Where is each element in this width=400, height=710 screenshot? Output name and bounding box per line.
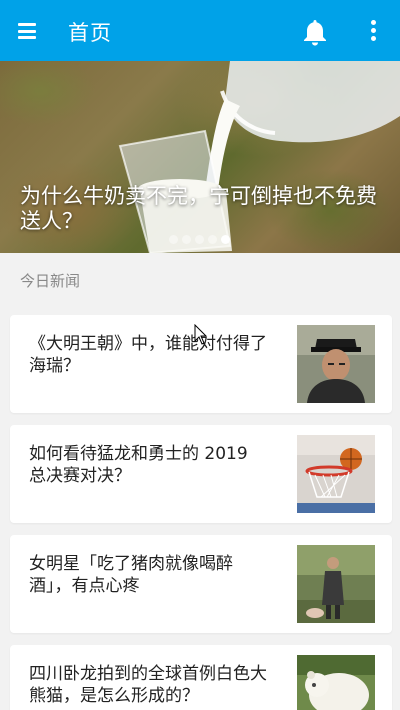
news-title: 四川卧龙拍到的全球首例白色大熊猫，是怎么形成的？ xyxy=(29,664,267,706)
news-title: 《大明王朝》中，谁能对付得了海瑞？ xyxy=(29,334,267,376)
carousel-dot-active[interactable] xyxy=(221,235,230,244)
basketball-hoop-thumbnail xyxy=(297,435,375,513)
page-title: 首页 xyxy=(68,21,112,45)
carousel-dot[interactable] xyxy=(195,235,204,244)
menu-icon[interactable] xyxy=(18,23,36,39)
app-bar: 首页 xyxy=(0,0,400,61)
carousel-dot[interactable] xyxy=(208,235,217,244)
news-title: 女明星「吃了猪肉就像喝醉酒」，有点心疼 xyxy=(29,554,233,596)
carousel-dot[interactable] xyxy=(169,235,178,244)
white-panda-thumbnail xyxy=(297,655,375,710)
news-item[interactable]: 如何看待猛龙和勇士的 2019 总决赛对决？ xyxy=(10,425,392,523)
news-title: 如何看待猛龙和勇士的 2019 总决赛对决？ xyxy=(29,444,248,486)
more-vert-icon[interactable] xyxy=(368,20,378,44)
carousel-dots xyxy=(169,235,230,244)
woman-walking-pig-thumbnail xyxy=(297,545,375,623)
news-item[interactable]: 女明星「吃了猪肉就像喝醉酒」，有点心疼 xyxy=(10,535,392,633)
man-in-hat-thumbnail xyxy=(297,325,375,403)
section-label: 今日新闻 xyxy=(20,272,81,290)
bell-icon[interactable] xyxy=(302,18,328,46)
news-item[interactable]: 四川卧龙拍到的全球首例白色大熊猫，是怎么形成的？ xyxy=(10,645,392,710)
banner-title: 为什么牛奶卖不完，宁可倒掉也不免费送人？ xyxy=(20,184,377,233)
mouse-cursor-icon xyxy=(194,324,208,345)
carousel-dot[interactable] xyxy=(182,235,191,244)
featured-banner[interactable]: 为什么牛奶卖不完，宁可倒掉也不免费送人？ xyxy=(0,61,400,253)
